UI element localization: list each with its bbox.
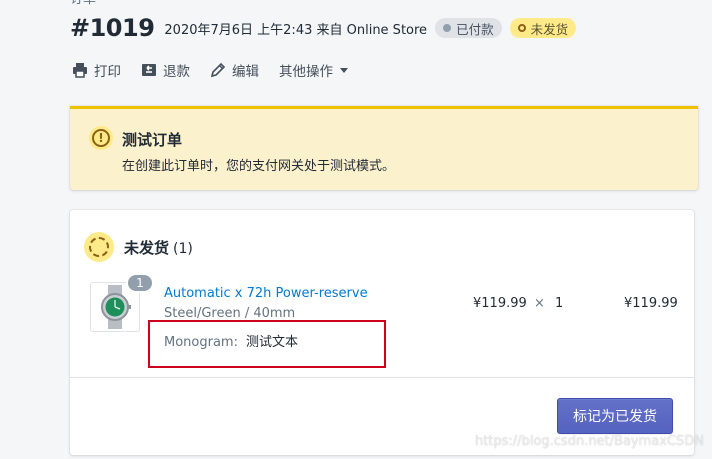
product-variant: Steel/Green / 40mm	[164, 306, 296, 321]
edit-button[interactable]: 编辑	[210, 60, 259, 80]
banner-text: 在创建此订单时，您的支付网关处于测试模式。	[122, 159, 396, 174]
order-header: #1019 2020年7月6日 上午2:43 来自 Online Store 已…	[70, 14, 577, 42]
more-actions-button[interactable]: 其他操作	[279, 60, 348, 80]
test-order-banner: ! 测试订单 在创建此订单时，您的支付网关处于测试模式。	[70, 106, 698, 190]
card-divider	[70, 377, 694, 378]
status-badge-unfulfilled: 未发货	[509, 18, 577, 38]
refund-icon	[142, 64, 156, 76]
card-title-label: 未发货	[124, 239, 170, 257]
highlight-box	[148, 320, 386, 368]
order-meta: 2020年7月6日 上午2:43 来自 Online Store	[164, 22, 428, 38]
card-title: 未发货 (1)	[124, 237, 193, 258]
watermark: https://blog.csdn.net/BaymaxCSDN	[474, 434, 704, 449]
caret-down-icon	[340, 67, 348, 73]
edit-label: 编辑	[232, 64, 259, 80]
line-total: ¥119.99	[624, 296, 678, 311]
print-button[interactable]: 打印	[72, 60, 121, 80]
banner-title: 测试订单	[122, 131, 183, 149]
quantity-badge: 1	[126, 273, 154, 293]
unfulfilled-ring-icon	[517, 24, 526, 32]
unit-price: ¥119.99	[473, 296, 527, 311]
unfulfilled-icon	[84, 232, 114, 262]
status-badge-unfulfilled-label: 未发货	[530, 21, 569, 37]
refund-button[interactable]: 退款	[141, 60, 190, 80]
refund-label: 退款	[163, 64, 190, 80]
status-badge-paid-label: 已付款	[456, 21, 494, 37]
alert-icon: !	[89, 126, 113, 150]
card-title-count: (1)	[173, 241, 193, 257]
unfulfilled-card: 未发货 (1) 1 Automatic x 72h Power-reserve S…	[70, 210, 694, 455]
multiply-sign: ×	[534, 296, 545, 311]
pencil-icon	[210, 62, 226, 78]
printer-icon	[73, 63, 87, 78]
paid-dot-icon	[443, 24, 452, 32]
more-actions-label: 其他操作	[279, 64, 333, 80]
mark-as-fulfilled-button[interactable]: 标记为已发货	[557, 398, 673, 434]
line-quantity: 1	[555, 296, 564, 311]
action-bar: 打印 退款 编辑 其他操作	[72, 60, 368, 80]
status-badge-paid: 已付款	[435, 18, 502, 38]
order-number: #1019	[70, 14, 155, 42]
product-name-link[interactable]: Automatic x 72h Power-reserve	[164, 286, 368, 301]
breadcrumb-cut: 订单	[70, 0, 96, 7]
print-label: 打印	[94, 64, 121, 80]
